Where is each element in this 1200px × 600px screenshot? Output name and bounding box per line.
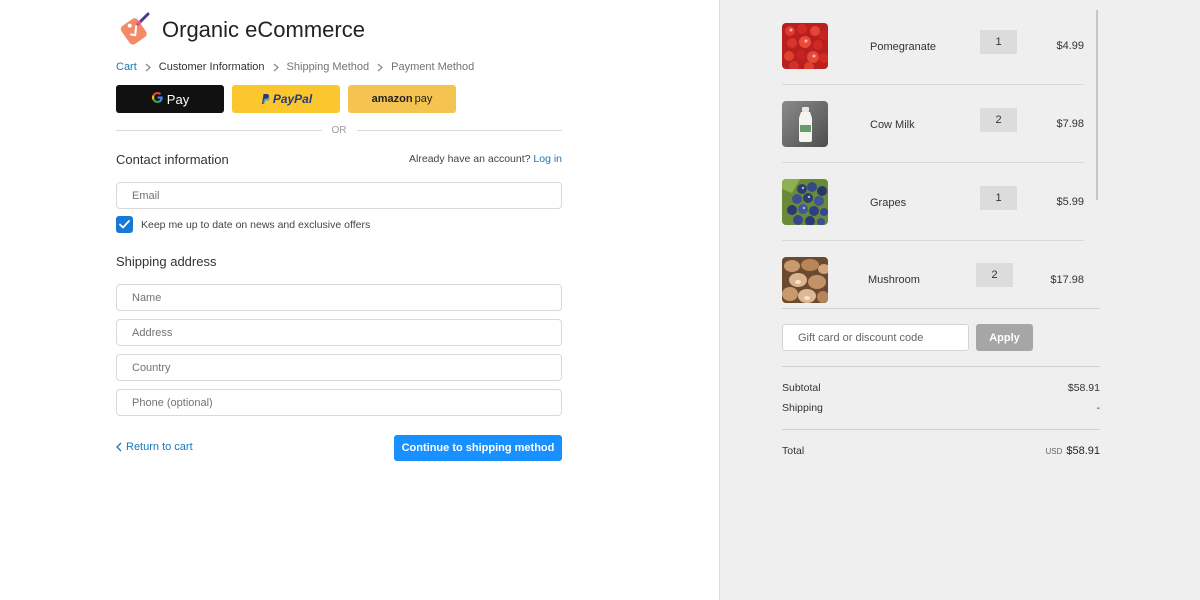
name-input[interactable]	[132, 291, 561, 304]
breadcrumb-payment-method: Payment Method	[391, 61, 475, 73]
chevron-right-icon	[377, 63, 384, 72]
pomegranate-image	[782, 23, 828, 69]
amazon-pay-label: pay	[414, 93, 433, 105]
login-link[interactable]: Log in	[533, 153, 562, 165]
google-pay-button[interactable]: Pay	[116, 85, 224, 113]
return-to-cart-label: Return to cart	[126, 441, 193, 453]
divider	[782, 366, 1100, 367]
shipping-row: Shipping -	[782, 402, 1100, 414]
paypal-label: PayPal	[272, 92, 313, 106]
google-pay-label: Pay	[166, 91, 190, 107]
checkout-form-panel: Organic eCommerce Cart Customer Informat…	[0, 0, 720, 600]
total-row: Total USD $58.91	[782, 445, 1100, 457]
cart-item-price: $7.98	[1056, 118, 1084, 130]
chevron-right-icon	[273, 63, 279, 72]
cart-item-price: $17.98	[1050, 274, 1084, 286]
cart-item: Cow Milk 2 $7.98	[782, 85, 1084, 163]
brand-header: Organic eCommerce	[116, 12, 365, 48]
divider	[782, 429, 1100, 430]
newsletter-option: Keep me up to date on news and exclusive…	[116, 216, 370, 233]
name-field[interactable]	[116, 284, 562, 311]
express-checkout: Pay PayPal amazon pay	[116, 85, 456, 113]
cart-item: Pomegranate 1 $4.99	[782, 7, 1084, 85]
breadcrumb-customer-information: Customer Information	[158, 61, 265, 73]
amazon-pay-button[interactable]: amazon pay	[348, 85, 456, 113]
subtotal-row: Subtotal $58.91	[782, 382, 1100, 394]
scrollbar[interactable]	[1096, 10, 1098, 200]
divider-line	[116, 129, 322, 131]
chevron-right-icon	[145, 63, 151, 72]
apply-discount-button[interactable]: Apply	[976, 324, 1033, 351]
currency-label: USD	[1045, 447, 1063, 456]
chevron-left-icon	[116, 442, 122, 452]
cart-item-name: Pomegranate	[870, 41, 937, 53]
milk-bottle-image	[782, 101, 828, 147]
cart-item-price: $5.99	[1056, 196, 1084, 208]
phone-input[interactable]	[132, 396, 561, 409]
subtotal-label: Subtotal	[782, 382, 821, 394]
grapes-image	[782, 179, 828, 225]
google-g-icon	[151, 91, 164, 107]
divider-line	[356, 129, 562, 131]
cart-item-name: Mushroom	[868, 274, 920, 286]
country-field[interactable]	[116, 354, 562, 381]
cart-item-price: $4.99	[1056, 40, 1084, 52]
newsletter-label: Keep me up to date on news and exclusive…	[141, 218, 371, 231]
or-label: OR	[331, 124, 347, 136]
cart-item-quantity: 1	[980, 30, 1017, 54]
or-divider: OR	[116, 123, 562, 137]
account-prompt: Already have an account? Log in	[409, 153, 562, 165]
shipping-label: Shipping	[782, 402, 823, 414]
shipping-address-heading: Shipping address	[116, 254, 217, 269]
newsletter-checkbox[interactable]	[116, 216, 133, 233]
paypal-icon	[260, 93, 270, 105]
cart-item: Grapes 1 $5.99	[782, 163, 1084, 241]
total-label: Total	[782, 445, 805, 457]
contact-information-heading: Contact information	[116, 152, 229, 167]
breadcrumb: Cart Customer Information Shipping Metho…	[116, 61, 474, 73]
checkmark-icon	[119, 220, 130, 229]
paypal-button[interactable]: PayPal	[232, 85, 340, 113]
discount-code-field[interactable]	[782, 324, 969, 351]
email-input[interactable]	[132, 189, 561, 202]
account-prompt-text: Already have an account?	[409, 153, 531, 165]
phone-field[interactable]	[116, 389, 562, 416]
address-field[interactable]	[116, 319, 562, 346]
order-summary-panel: Pomegranate 1 $4.99 Cow Milk 2 $7.98 Gra…	[719, 0, 1200, 600]
email-field[interactable]	[116, 182, 562, 209]
cart-item-quantity: 2	[976, 263, 1013, 287]
address-input[interactable]	[132, 326, 561, 339]
breadcrumb-shipping-method: Shipping Method	[286, 61, 370, 73]
shopping-tag-icon	[116, 12, 152, 48]
amazon-label: amazon	[371, 93, 413, 105]
continue-to-shipping-button[interactable]: Continue to shipping method	[394, 435, 562, 461]
return-to-cart-link[interactable]: Return to cart	[116, 441, 193, 453]
shipping-value: -	[1096, 402, 1101, 414]
breadcrumb-cart[interactable]: Cart	[116, 61, 137, 73]
total-amount: $58.91	[1066, 445, 1100, 457]
total-value: USD $58.91	[1045, 445, 1100, 457]
mushroom-image	[782, 257, 828, 303]
country-input[interactable]	[132, 361, 561, 374]
cart-item-name: Cow Milk	[870, 119, 915, 131]
discount-code-input[interactable]	[798, 331, 968, 344]
subtotal-value: $58.91	[1067, 382, 1100, 394]
divider	[782, 308, 1100, 309]
cart-item-name: Grapes	[870, 197, 907, 209]
page-title: Organic eCommerce	[162, 17, 365, 42]
cart-item-quantity: 2	[980, 108, 1017, 132]
cart-item-quantity: 1	[980, 186, 1017, 210]
